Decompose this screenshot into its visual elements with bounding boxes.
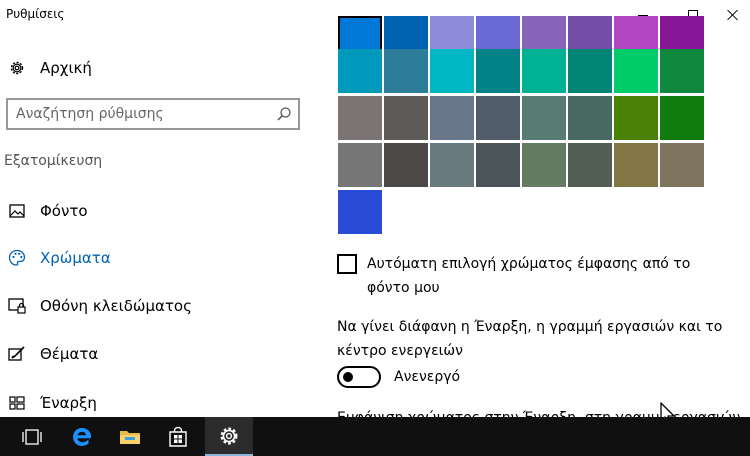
mouse-cursor-icon: [660, 402, 675, 417]
color-swatch[interactable]: [338, 143, 382, 187]
taskbar: [0, 417, 750, 456]
colors-page: Αυτόματη επιλογή χρώματος έμφασης από το…: [312, 16, 750, 417]
section-heading-personalization: Εξατομίκευση: [4, 153, 103, 169]
color-swatch[interactable]: [660, 96, 704, 140]
auto-accent-label: Αυτόματη επιλογή χρώματος έμφασης από το…: [367, 256, 691, 296]
color-swatch[interactable]: [614, 143, 658, 187]
settings-search-box[interactable]: [6, 98, 300, 130]
edge-button[interactable]: [58, 417, 106, 456]
sidebar-item-label: Φόντο: [40, 202, 88, 220]
close-icon: [727, 9, 739, 21]
palette-icon: [8, 249, 26, 267]
settings-taskbar-button[interactable]: [205, 417, 253, 456]
window-title: Ρυθμίσεις: [6, 7, 65, 21]
transparency-state-label: Ανενεργό: [394, 369, 461, 385]
file-explorer-button[interactable]: [106, 417, 154, 456]
sidebar-item-themes[interactable]: Θέματα: [0, 339, 312, 369]
store-button[interactable]: [154, 417, 202, 456]
color-swatch[interactable]: [568, 96, 612, 140]
color-swatch[interactable]: [476, 143, 520, 187]
auto-accent-checkbox[interactable]: [337, 254, 357, 274]
color-swatch[interactable]: [660, 143, 704, 187]
sidebar-item-lock-screen[interactable]: Οθόνη κλειδώματος: [0, 291, 312, 321]
edge-icon: [73, 427, 91, 446]
close-button[interactable]: [710, 0, 750, 30]
sidebar-item-colors[interactable]: Χρώματα: [0, 243, 312, 273]
color-swatch[interactable]: [338, 49, 382, 93]
sidebar: Αρχική Εξατομίκευση Φόντο: [0, 30, 312, 417]
sidebar-item-label: Έναρξη: [40, 394, 97, 412]
start-icon: [8, 394, 26, 412]
lock-screen-icon: [8, 297, 26, 315]
color-swatch[interactable]: [338, 190, 382, 234]
color-swatch[interactable]: [522, 143, 566, 187]
sidebar-item-background[interactable]: Φόντο: [0, 196, 312, 226]
color-swatch[interactable]: [384, 49, 428, 93]
color-swatch[interactable]: [476, 49, 520, 93]
color-swatch[interactable]: [338, 96, 382, 140]
file-explorer-icon: [120, 430, 140, 444]
task-view-icon: [22, 428, 42, 445]
show-color-on-start-label: Εμφάνιση χρώματος στην Έναρξη, στη γραμμ…: [337, 406, 750, 417]
color-swatch[interactable]: [568, 143, 612, 187]
sidebar-item-label: Θέματα: [40, 345, 99, 363]
sidebar-item-label: Οθόνη κλειδώματος: [40, 297, 192, 315]
color-swatch[interactable]: [568, 49, 612, 93]
color-swatch[interactable]: [476, 96, 520, 140]
settings-window: Ρυθμίσεις Αρχική Εξατομίκευση: [0, 0, 750, 417]
color-swatch[interactable]: [614, 96, 658, 140]
color-swatch[interactable]: [522, 96, 566, 140]
color-swatch[interactable]: [430, 96, 474, 140]
search-icon[interactable]: [276, 106, 292, 122]
themes-icon: [8, 345, 26, 363]
transparency-toggle[interactable]: [337, 366, 381, 388]
home-nav-item[interactable]: Αρχική: [0, 54, 312, 82]
color-swatch[interactable]: [660, 49, 704, 93]
sidebar-item-start[interactable]: Έναρξη: [0, 388, 312, 417]
sidebar-item-label: Χρώματα: [40, 249, 111, 267]
transparency-label: Να γίνει διάφανη η Έναρξη, η γραμμή εργα…: [337, 319, 723, 359]
toggle-knob: [343, 372, 353, 382]
settings-gear-icon: [220, 427, 238, 444]
color-swatch[interactable]: [430, 143, 474, 187]
search-input[interactable]: [16, 104, 266, 124]
color-swatch[interactable]: [384, 143, 428, 187]
task-view-button[interactable]: [8, 417, 56, 456]
store-icon: [169, 426, 187, 447]
color-swatch[interactable]: [522, 49, 566, 93]
color-swatch[interactable]: [384, 96, 428, 140]
gear-icon: [8, 59, 26, 77]
color-swatch[interactable]: [430, 49, 474, 93]
picture-icon: [8, 202, 26, 220]
color-swatch[interactable]: [614, 49, 658, 93]
home-label: Αρχική: [40, 59, 92, 77]
